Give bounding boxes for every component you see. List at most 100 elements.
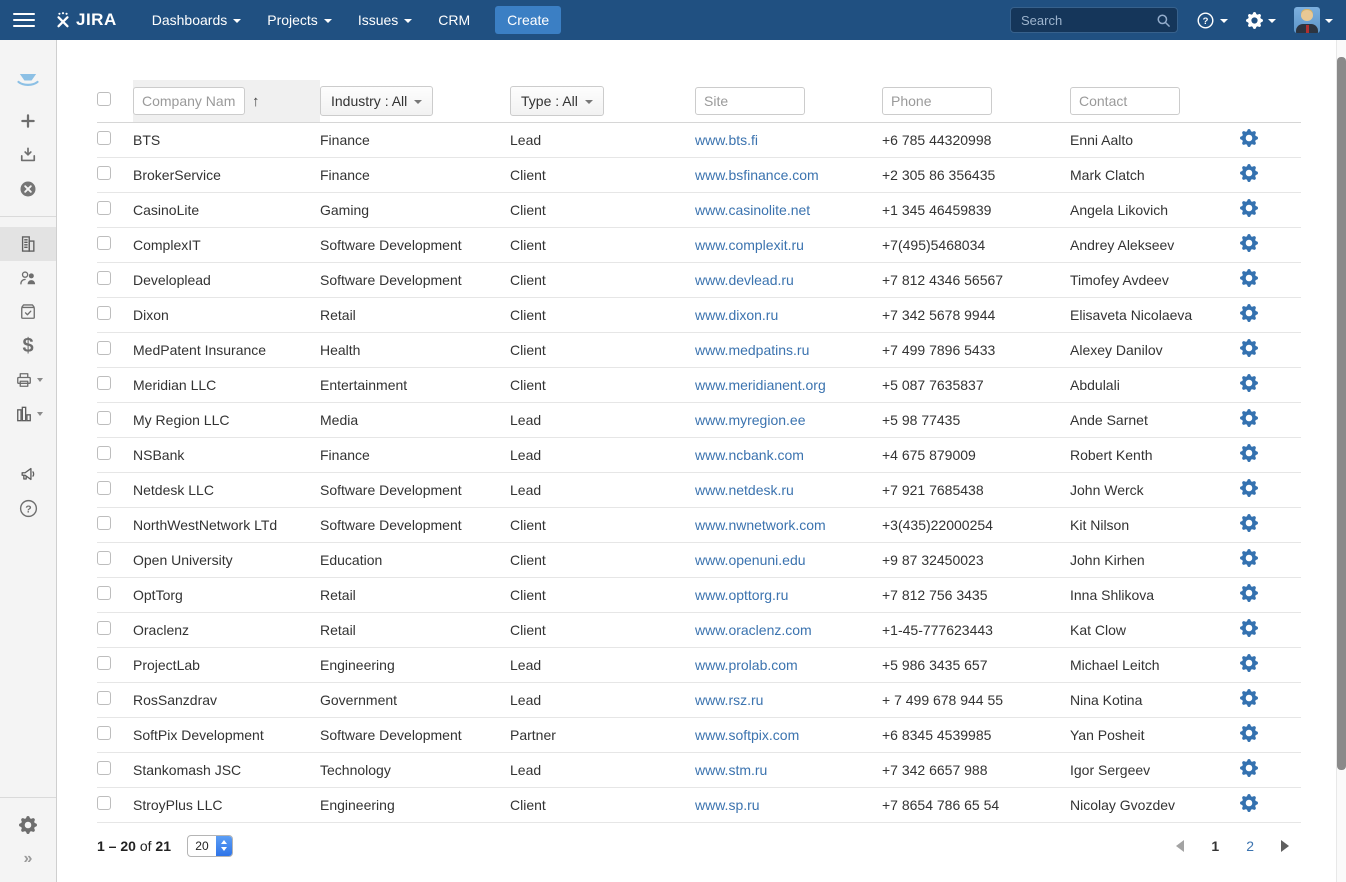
site-link[interactable]: www.opttorg.ru [695,587,788,603]
site-link[interactable]: www.meridianent.org [695,377,826,393]
site-link[interactable]: www.medpatins.ru [695,342,809,358]
sidebar-item-contacts[interactable] [0,261,56,295]
row-checkbox[interactable] [97,726,111,740]
row-actions-gear-icon[interactable] [1240,339,1258,357]
sidebar-item-tasks[interactable] [0,295,56,329]
row-actions-gear-icon[interactable] [1240,304,1258,322]
select-all-checkbox[interactable] [97,92,111,106]
row-actions-gear-icon[interactable] [1240,409,1258,427]
row-checkbox[interactable] [97,481,111,495]
jira-logo[interactable]: JIRA [55,10,117,30]
sidebar-item-announcements[interactable] [0,457,56,491]
row-checkbox[interactable] [97,796,111,810]
row-checkbox[interactable] [97,236,111,250]
site-link[interactable]: www.netdesk.ru [695,482,794,498]
phone-filter-input[interactable] [882,87,992,115]
next-page-icon[interactable] [1281,840,1289,852]
user-profile-menu[interactable] [1294,7,1333,33]
sidebar-item-reports[interactable] [0,397,56,431]
contact-filter-input[interactable] [1070,87,1180,115]
row-actions-gear-icon[interactable] [1240,584,1258,602]
sidebar-item-transactions[interactable]: $ [0,329,56,363]
row-actions-gear-icon[interactable] [1240,269,1258,287]
help-menu[interactable]: ? [1196,11,1228,30]
site-link[interactable]: www.stm.ru [695,762,767,778]
row-actions-gear-icon[interactable] [1240,199,1258,217]
vertical-scrollbar[interactable] [1336,40,1346,882]
row-checkbox[interactable] [97,516,111,530]
search-input[interactable] [1010,7,1178,33]
site-link[interactable]: www.bsfinance.com [695,167,819,183]
nav-dashboards[interactable]: Dashboards [152,12,242,28]
sidebar-settings-button[interactable] [0,808,56,842]
row-checkbox[interactable] [97,761,111,775]
row-checkbox[interactable] [97,201,111,215]
row-checkbox[interactable] [97,446,111,460]
row-actions-gear-icon[interactable] [1240,724,1258,742]
industry-filter-dropdown[interactable]: Industry : All [320,86,433,116]
row-checkbox[interactable] [97,411,111,425]
row-actions-gear-icon[interactable] [1240,444,1258,462]
site-link[interactable]: www.prolab.com [695,657,798,673]
site-link[interactable]: www.dixon.ru [695,307,778,323]
crm-logo-icon[interactable] [0,58,56,102]
row-actions-gear-icon[interactable] [1240,794,1258,812]
row-checkbox[interactable] [97,656,111,670]
sort-ascending-icon[interactable]: ↑ [252,93,260,110]
row-checkbox[interactable] [97,341,111,355]
create-button[interactable]: Create [495,6,561,34]
site-link[interactable]: www.nwnetwork.com [695,517,826,533]
nav-projects[interactable]: Projects [267,12,332,28]
row-actions-gear-icon[interactable] [1240,234,1258,252]
nav-issues[interactable]: Issues [358,12,412,28]
add-button[interactable] [0,104,56,138]
site-link[interactable]: www.oraclenz.com [695,622,812,638]
sidebar-item-print[interactable] [0,363,56,397]
hamburger-menu-icon[interactable] [13,13,35,27]
row-actions-gear-icon[interactable] [1240,759,1258,777]
row-checkbox[interactable] [97,306,111,320]
row-actions-gear-icon[interactable] [1240,479,1258,497]
row-checkbox[interactable] [97,166,111,180]
row-actions-gear-icon[interactable] [1240,689,1258,707]
row-checkbox[interactable] [97,586,111,600]
row-actions-gear-icon[interactable] [1240,619,1258,637]
sidebar-expand-button[interactable]: » [0,842,56,876]
row-actions-gear-icon[interactable] [1240,129,1258,147]
nav-crm[interactable]: CRM [438,12,470,28]
company-name-filter-input[interactable] [133,87,245,115]
site-link[interactable]: www.openuni.edu [695,552,806,568]
import-button[interactable] [0,138,56,172]
row-checkbox[interactable] [97,376,111,390]
row-checkbox[interactable] [97,691,111,705]
row-checkbox[interactable] [97,621,111,635]
row-actions-gear-icon[interactable] [1240,374,1258,392]
site-link[interactable]: www.ncbank.com [695,447,804,463]
sidebar-item-help[interactable]: ? [0,491,56,525]
row-actions-gear-icon[interactable] [1240,549,1258,567]
row-checkbox[interactable] [97,271,111,285]
page-number-link[interactable]: 2 [1246,838,1254,854]
cancel-button[interactable] [0,172,56,206]
row-actions-gear-icon[interactable] [1240,164,1258,182]
row-checkbox[interactable] [97,131,111,145]
site-link[interactable]: www.rsz.ru [695,692,763,708]
site-link[interactable]: www.sp.ru [695,797,760,813]
row-actions-gear-icon[interactable] [1240,654,1258,672]
scrollbar-thumb[interactable] [1337,57,1346,770]
site-link[interactable]: www.devlead.ru [695,272,794,288]
page-size-select[interactable]: 20 [187,835,233,857]
admin-settings-menu[interactable] [1246,12,1276,29]
row-actions-gear-icon[interactable] [1240,514,1258,532]
type-filter-dropdown[interactable]: Type : All [510,86,604,116]
site-link[interactable]: www.casinolite.net [695,202,810,218]
row-checkbox[interactable] [97,551,111,565]
search-icon[interactable] [1156,13,1171,28]
site-link[interactable]: www.complexit.ru [695,237,804,253]
site-link[interactable]: www.myregion.ee [695,412,806,428]
previous-page-icon[interactable] [1176,840,1184,852]
site-link[interactable]: www.softpix.com [695,727,799,743]
site-link[interactable]: www.bts.fi [695,132,758,148]
site-filter-input[interactable] [695,87,805,115]
sidebar-item-companies[interactable] [0,227,56,261]
